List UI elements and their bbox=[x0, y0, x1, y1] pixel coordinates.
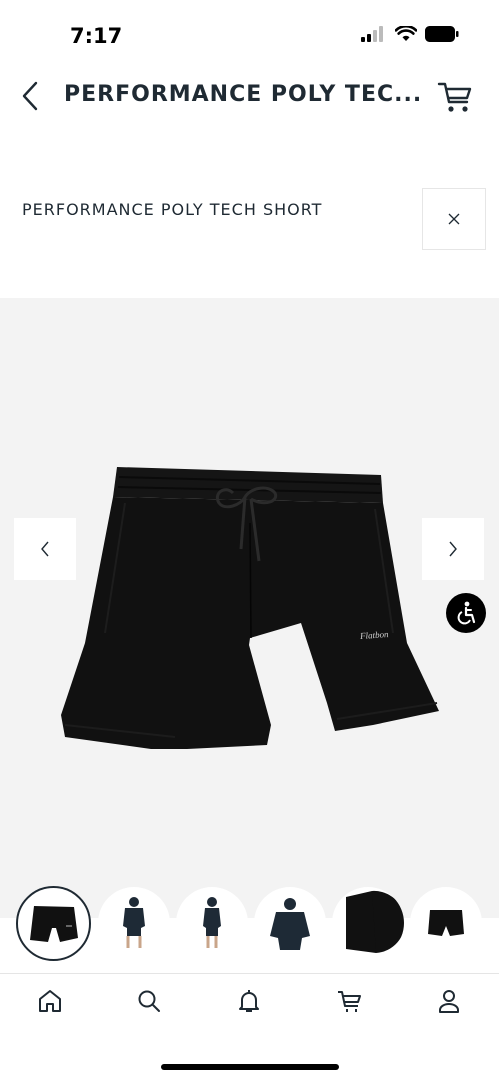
tab-cart[interactable] bbox=[334, 986, 364, 1016]
search-icon bbox=[138, 990, 160, 1012]
thumbnail-shorts-flat[interactable] bbox=[410, 887, 482, 959]
chevron-left-icon bbox=[41, 541, 49, 557]
gallery-next-button[interactable] bbox=[422, 518, 484, 580]
model-side-icon bbox=[203, 897, 221, 948]
cart-icon bbox=[338, 991, 361, 1012]
close-icon bbox=[448, 213, 460, 225]
tab-bar bbox=[0, 973, 499, 1033]
status-icons bbox=[361, 26, 459, 42]
thumbnail-fabric-swatch[interactable] bbox=[332, 887, 404, 959]
home-icon bbox=[39, 990, 61, 1012]
shorts-icon bbox=[29, 905, 78, 942]
accessibility-icon bbox=[457, 601, 476, 625]
model-front-icon bbox=[123, 897, 145, 948]
page-title: PERFORMANCE POLY TEC... bbox=[64, 82, 423, 107]
accessibility-button[interactable] bbox=[446, 593, 486, 633]
close-button[interactable] bbox=[422, 188, 486, 250]
tab-search[interactable] bbox=[134, 986, 164, 1016]
bell-icon bbox=[239, 990, 259, 1012]
product-header: PERFORMANCE POLY TECH SHORT bbox=[0, 180, 499, 260]
status-bar: 7:17 bbox=[0, 0, 499, 60]
tab-notifications[interactable] bbox=[234, 986, 264, 1016]
product-gallery[interactable]: Flatbon bbox=[0, 298, 499, 918]
nav-bar: PERFORMANCE POLY TEC... bbox=[0, 70, 499, 122]
tab-profile[interactable] bbox=[434, 986, 464, 1016]
thumbnail-model-side[interactable] bbox=[176, 887, 248, 959]
home-indicator[interactable] bbox=[161, 1064, 339, 1070]
signal-icon bbox=[361, 26, 383, 42]
wifi-icon bbox=[395, 26, 417, 41]
product-image: Flatbon bbox=[61, 467, 439, 749]
chevron-right-icon bbox=[449, 541, 457, 557]
cart-button[interactable] bbox=[435, 78, 475, 116]
thumbnail-model-back[interactable] bbox=[254, 887, 326, 959]
product-name: PERFORMANCE POLY TECH SHORT bbox=[22, 200, 323, 219]
back-button[interactable] bbox=[14, 78, 46, 114]
thumbnail-shorts-front[interactable] bbox=[16, 886, 91, 961]
model-back-icon bbox=[270, 898, 310, 950]
fabric-swatch-icon bbox=[346, 890, 404, 953]
cart-icon bbox=[437, 82, 472, 112]
shorts-flat-icon bbox=[428, 910, 464, 936]
chevron-left-icon bbox=[22, 81, 38, 111]
profile-icon bbox=[439, 990, 459, 1013]
product-logo: Flatbon bbox=[359, 629, 390, 641]
tab-home[interactable] bbox=[35, 986, 65, 1016]
status-time: 7:17 bbox=[70, 24, 123, 48]
gallery-prev-button[interactable] bbox=[14, 518, 76, 580]
battery-icon bbox=[425, 26, 459, 42]
thumbnail-model-front[interactable] bbox=[98, 887, 170, 959]
thumbnail-strip bbox=[0, 884, 499, 964]
